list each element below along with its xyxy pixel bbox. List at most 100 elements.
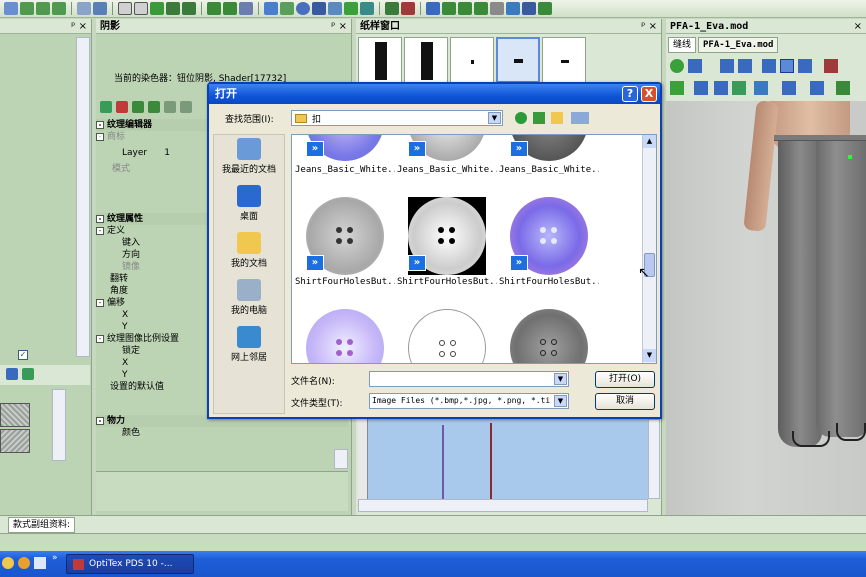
left-panel-scrollbar[interactable]: [76, 37, 90, 357]
split-tool-icon[interactable]: [426, 2, 440, 15]
file-name[interactable]: ShirtFourHolesBut...: [397, 277, 497, 287]
piece-thumbnail-selected[interactable]: [496, 37, 540, 83]
texture-swatch[interactable]: [0, 403, 30, 427]
copy-icon[interactable]: [132, 101, 144, 113]
chevron-right-icon[interactable]: »: [52, 553, 58, 563]
measure-icon[interactable]: [694, 81, 708, 95]
curve-tool-icon[interactable]: [20, 2, 34, 15]
wave-tool-icon[interactable]: [360, 2, 374, 15]
back-icon[interactable]: [515, 112, 527, 124]
pleat-tool-icon[interactable]: [166, 2, 180, 15]
cancel-button[interactable]: 取消: [595, 393, 655, 410]
color-icon[interactable]: [824, 59, 838, 73]
layers-icon[interactable]: [810, 81, 824, 95]
quicklaunch-icon[interactable]: [2, 557, 14, 569]
file-list-scrollbar[interactable]: ▲ ▼: [642, 135, 656, 363]
stretch-tool-icon[interactable]: [328, 2, 342, 15]
file-name[interactable]: Jeans_Basic_White...: [499, 165, 599, 175]
play-icon[interactable]: [720, 59, 734, 73]
help-button[interactable]: ?: [622, 86, 638, 102]
quicklaunch-icon[interactable]: [18, 557, 30, 569]
curve2-tool-icon[interactable]: [36, 2, 50, 15]
tab-model[interactable]: PFA-1_Eva.mod: [698, 37, 779, 53]
move-tool-icon[interactable]: [239, 2, 253, 15]
chevron-down-icon[interactable]: ▼: [554, 373, 567, 385]
chevron-down-icon[interactable]: ▼: [554, 395, 567, 407]
paint-icon[interactable]: [22, 368, 34, 380]
file-name[interactable]: ShirtFourHolesBut...: [499, 277, 599, 287]
filename-input[interactable]: ▼: [369, 371, 569, 387]
measure-tool-icon[interactable]: [77, 2, 91, 15]
copy-tool-icon[interactable]: [522, 2, 536, 15]
grade-tool-icon[interactable]: [93, 2, 107, 15]
layout-tool-icon[interactable]: [538, 2, 552, 15]
open-dialog-titlebar[interactable]: 打开 ? X: [209, 84, 660, 104]
cloth-icon[interactable]: [732, 81, 746, 95]
piece-thumbnail[interactable]: [404, 37, 448, 83]
pattern-canvas-hscroll[interactable]: [358, 499, 648, 512]
quicklaunch-icon[interactable]: [34, 557, 46, 569]
pattern-canvas[interactable]: [358, 419, 648, 499]
paper-window-pin-icon[interactable]: ᵖ ×: [641, 19, 657, 34]
point-tool-icon[interactable]: [207, 2, 221, 15]
pattern-canvas-vscroll[interactable]: [648, 419, 660, 499]
select-tool-icon[interactable]: [4, 2, 18, 15]
dress-icon[interactable]: [782, 81, 796, 95]
recycle-icon[interactable]: [670, 59, 684, 73]
place-network[interactable]: 网上邻居: [214, 323, 284, 370]
frame-icon[interactable]: [762, 59, 776, 73]
zoom-icon[interactable]: [798, 59, 812, 73]
place-documents[interactable]: 我的文档: [214, 229, 284, 276]
seam-tool-icon[interactable]: [182, 2, 196, 15]
left-panel-pin-icon[interactable]: ᵖ ×: [71, 19, 87, 34]
place-recent[interactable]: 我最近的文档: [214, 135, 284, 182]
file-thumb[interactable]: [408, 309, 486, 363]
chevron-down-icon[interactable]: ▼: [488, 112, 501, 124]
text-tool-icon[interactable]: [312, 2, 326, 15]
add-icon[interactable]: [100, 101, 112, 113]
cursor-tool-icon[interactable]: [264, 2, 278, 15]
cut-tool-icon[interactable]: [442, 2, 456, 15]
slash-tool-icon[interactable]: [401, 2, 415, 15]
model-panel-close-icon[interactable]: ×: [854, 19, 862, 34]
view-icon[interactable]: [688, 59, 702, 73]
add-point-tool-icon[interactable]: [223, 2, 237, 15]
open-button[interactable]: 打开(O): [595, 371, 655, 388]
new-folder-icon[interactable]: [551, 112, 563, 124]
place-desktop[interactable]: 桌面: [214, 182, 284, 229]
checkbox[interactable]: ✓: [18, 350, 28, 360]
up-folder-icon[interactable]: [533, 112, 545, 124]
notch-tool-icon[interactable]: [134, 2, 148, 15]
scroll-down-button[interactable]: ▼: [643, 349, 656, 362]
file-thumb[interactable]: [510, 309, 588, 363]
model-viewport[interactable]: [666, 101, 866, 515]
tab-style-group[interactable]: 款式副组资料:: [8, 517, 76, 533]
person-icon[interactable]: [670, 81, 684, 95]
filetype-select[interactable]: Image Files (*.bmp,*.jpg, *.png, *.ti ▼: [369, 393, 569, 409]
views-menu-icon[interactable]: [571, 112, 589, 124]
curve3-tool-icon[interactable]: [52, 2, 66, 15]
piece-thumbnail[interactable]: [542, 37, 586, 83]
symmetry-tool-icon[interactable]: [344, 2, 358, 15]
texture-list-scrollbar[interactable]: [52, 389, 66, 461]
taskbar-app-button[interactable]: OptiTex PDS 10 -...: [66, 554, 194, 574]
property-grid-scrollbar[interactable]: [334, 449, 348, 469]
place-computer[interactable]: 我的电脑: [214, 276, 284, 323]
shrink-tool-icon[interactable]: [490, 2, 504, 15]
avatar-icon[interactable]: [754, 81, 768, 95]
dart-tool-icon[interactable]: [150, 2, 164, 15]
add-shader-icon[interactable]: [116, 101, 128, 113]
tab-seams[interactable]: 缝线: [668, 37, 697, 53]
file-thumb[interactable]: [306, 309, 384, 363]
piece-thumbnail[interactable]: [358, 37, 402, 83]
file-name[interactable]: ShirtFourHolesBut...: [295, 277, 395, 287]
close-button[interactable]: X: [641, 86, 657, 102]
file-name[interactable]: Jeans_Basic_White...: [397, 165, 497, 175]
look-in-select[interactable]: 扣 ▼: [291, 110, 503, 126]
delete-icon[interactable]: [164, 101, 176, 113]
fold-icon[interactable]: [836, 81, 850, 95]
rotate-tool-icon[interactable]: [280, 2, 294, 15]
brush-icon[interactable]: [6, 368, 18, 380]
scroll-up-button[interactable]: ▲: [643, 135, 656, 148]
join-tool-icon[interactable]: [474, 2, 488, 15]
